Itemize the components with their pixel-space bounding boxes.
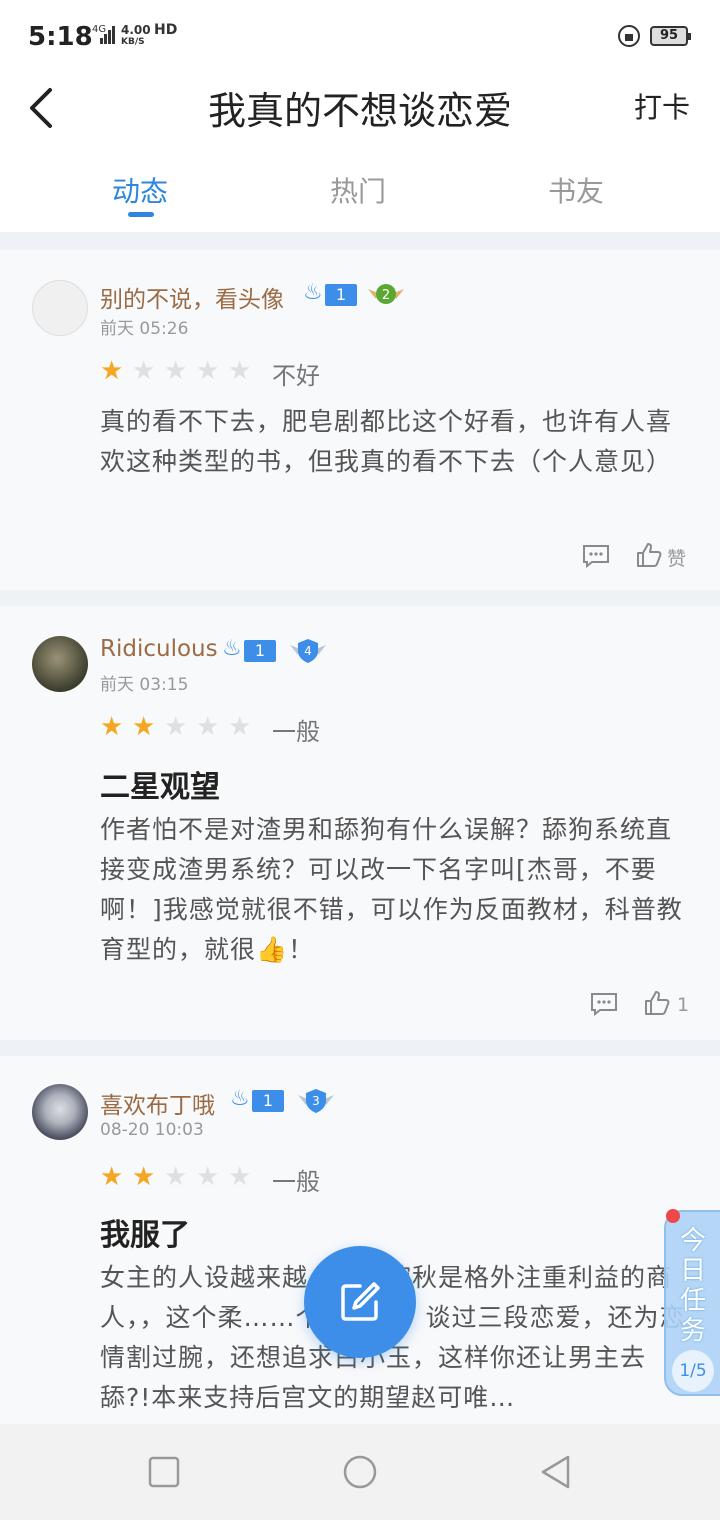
user-level-badge: ♨ 1 bbox=[303, 280, 359, 307]
review-card[interactable]: 喜欢布丁哦 ♨ 1 3 08-20 10:03 ★ ★ ★ ★ ★ 一般 我服了… bbox=[0, 1056, 720, 1424]
status-time: 5:18 bbox=[28, 22, 93, 52]
star-icon: ★ bbox=[132, 712, 156, 742]
rating-label: 一般 bbox=[272, 1168, 320, 1196]
app-header: 我真的不想谈恋爱 打卡 动态 热门 书友 bbox=[0, 72, 720, 232]
review-card[interactable]: 别的不说，看头像 ♨ 1 2 前天 05:26 ★ ★ ★ ★ ★ 不好 真的看… bbox=[0, 250, 720, 590]
star-icon: ★ bbox=[228, 1162, 252, 1192]
username[interactable]: 别的不说，看头像 bbox=[100, 280, 284, 314]
star-icon: ★ bbox=[132, 356, 156, 386]
daily-task-progress: 1/5 bbox=[672, 1350, 714, 1392]
signal-icon bbox=[100, 26, 115, 44]
avatar[interactable] bbox=[32, 1084, 88, 1140]
flame-icon: ♨ bbox=[222, 636, 242, 661]
review-body: 真的看不下去，肥皂剧都比这个好看，也许有人喜欢这种类型的书，但我真的看不下去（个… bbox=[100, 407, 673, 476]
star-icon: ★ bbox=[100, 712, 124, 742]
back-triangle-icon[interactable] bbox=[538, 1454, 574, 1490]
thumbs-up-icon[interactable] bbox=[644, 990, 670, 1016]
user-level-badge: ♨ 1 bbox=[222, 636, 278, 663]
thumbs-up-icon[interactable] bbox=[636, 542, 662, 568]
star-icon: ★ bbox=[100, 1162, 124, 1192]
user-level: 1 bbox=[252, 1090, 284, 1112]
rotation-lock-icon bbox=[618, 25, 640, 47]
post-time: 前天 03:15 bbox=[100, 675, 189, 695]
star-icon: ★ bbox=[196, 1162, 220, 1192]
star-icon: ★ bbox=[164, 712, 188, 742]
edit-icon bbox=[341, 1282, 380, 1321]
daily-task-widget[interactable]: 今日任务 1/5 bbox=[664, 1210, 720, 1396]
rank-badge-icon: 4 bbox=[290, 639, 326, 663]
tab-popular[interactable]: 热门 bbox=[288, 170, 428, 210]
daily-task-label: 今日任务 bbox=[680, 1226, 707, 1346]
comment-icon[interactable] bbox=[590, 992, 618, 1016]
comment-icon[interactable] bbox=[582, 544, 610, 568]
star-icon: ★ bbox=[164, 1162, 188, 1192]
flame-icon: ♨ bbox=[230, 1086, 250, 1111]
star-icon: ★ bbox=[132, 1162, 156, 1192]
username[interactable]: 喜欢布丁哦 bbox=[100, 1086, 215, 1120]
flame-icon: ♨ bbox=[303, 280, 323, 305]
review-title: 二星观望 bbox=[100, 770, 220, 805]
rating-label: 不好 bbox=[272, 362, 320, 390]
rating-label: 一般 bbox=[272, 718, 320, 746]
write-review-button[interactable] bbox=[304, 1246, 416, 1358]
notification-dot bbox=[666, 1209, 680, 1223]
star-icon: ★ bbox=[228, 712, 252, 742]
avatar[interactable] bbox=[32, 636, 88, 692]
rank-badge-icon: 2 bbox=[368, 284, 404, 304]
network-speed: 4.00 KB/S bbox=[121, 24, 151, 48]
recent-apps-icon[interactable] bbox=[146, 1454, 182, 1490]
rank-level: 2 bbox=[382, 288, 390, 303]
hd-indicator: HD bbox=[154, 22, 178, 38]
review-card[interactable]: Ridiculous ♨ 1 4 前天 03:15 ★ ★ ★ ★ ★ 一般 二… bbox=[0, 606, 720, 1040]
like-label[interactable]: 赞 bbox=[667, 544, 686, 571]
star-icon: ★ bbox=[196, 712, 220, 742]
star-icon: ★ bbox=[164, 356, 188, 386]
speed-value: 4.00 bbox=[121, 23, 151, 37]
avatar[interactable] bbox=[32, 280, 88, 336]
post-time: 08-20 10:03 bbox=[100, 1120, 204, 1140]
star-icon: ★ bbox=[228, 356, 252, 386]
status-bar: 5:18 4G 4.00 KB/S HD 95 bbox=[0, 0, 720, 72]
review-body: 作者怕不是对渣男和舔狗有什么误解？舔狗系统直接变成渣男系统？可以改一下名字叫[杰… bbox=[100, 815, 683, 964]
home-icon[interactable] bbox=[342, 1454, 378, 1490]
system-nav-bar bbox=[0, 1424, 720, 1520]
tab-bookfriends[interactable]: 书友 bbox=[506, 170, 646, 210]
like-count[interactable]: 1 bbox=[677, 994, 689, 1016]
rank-level: 4 bbox=[304, 644, 312, 658]
user-level: 1 bbox=[325, 284, 357, 306]
review-title: 我服了 bbox=[100, 1218, 190, 1253]
active-tab-indicator bbox=[128, 212, 154, 217]
username[interactable]: Ridiculous bbox=[100, 636, 218, 662]
speed-unit: KB/S bbox=[121, 37, 145, 47]
user-level: 1 bbox=[244, 640, 276, 662]
user-level-badge: ♨ 1 bbox=[230, 1086, 286, 1113]
star-icon: ★ bbox=[196, 356, 220, 386]
post-time: 前天 05:26 bbox=[100, 319, 189, 339]
page-title: 我真的不想谈恋爱 bbox=[207, 89, 512, 133]
star-icon: ★ bbox=[100, 356, 124, 386]
rank-badge-icon: 3 bbox=[298, 1089, 334, 1113]
tab-dynamic[interactable]: 动态 bbox=[70, 170, 210, 210]
battery-icon: 95 bbox=[650, 26, 691, 46]
tab-bar: 动态 热门 书友 bbox=[0, 162, 720, 232]
checkin-button[interactable]: 打卡 bbox=[634, 86, 690, 126]
rank-level: 3 bbox=[312, 1094, 320, 1108]
